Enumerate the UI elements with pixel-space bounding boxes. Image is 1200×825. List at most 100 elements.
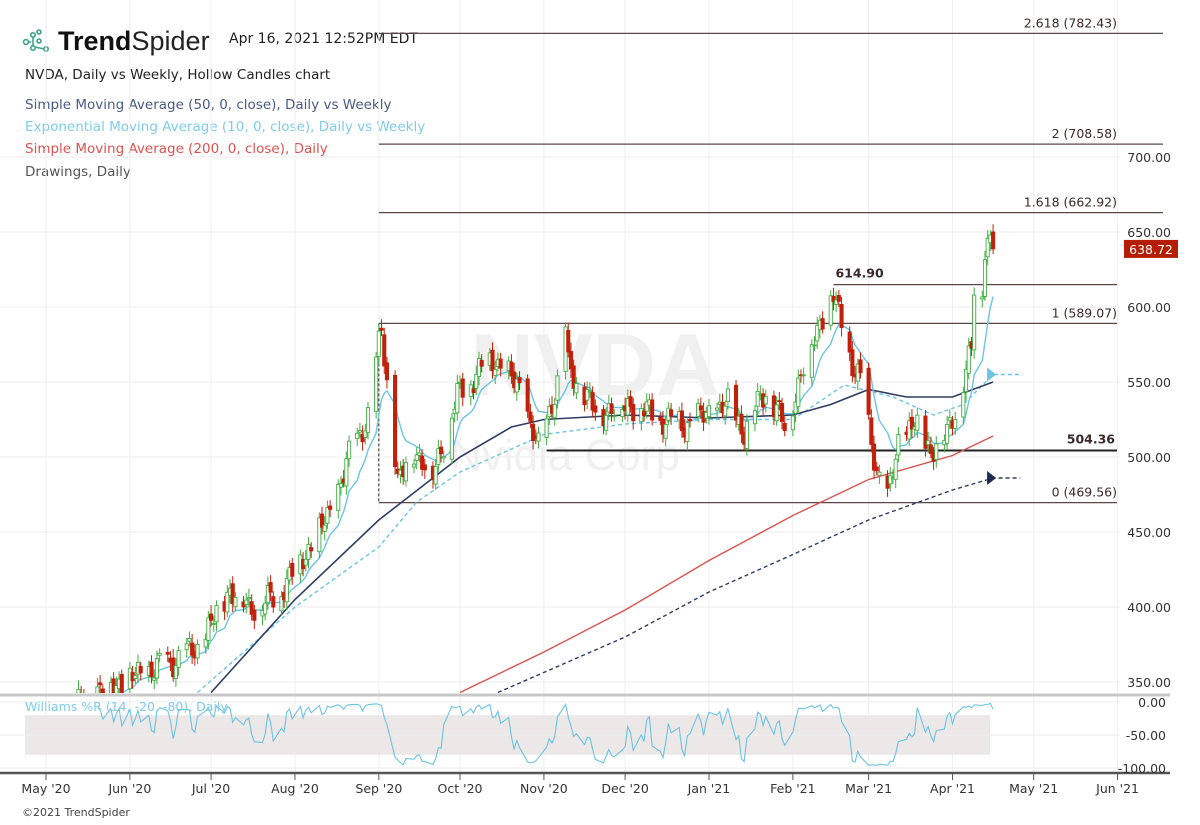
candle <box>544 418 549 438</box>
fib-level-label: 1.618 (662.92) <box>1024 195 1117 210</box>
candle <box>980 296 985 300</box>
sma50-weekly-arrow-icon <box>987 471 997 485</box>
candle <box>796 377 801 408</box>
candle <box>460 378 465 398</box>
candle <box>566 330 571 353</box>
candle <box>850 349 855 377</box>
candle <box>809 344 814 378</box>
candle <box>812 344 817 347</box>
candle <box>184 643 189 651</box>
fib-level-label: 1 (589.07) <box>1052 305 1117 320</box>
candle <box>744 420 749 449</box>
candle <box>306 543 311 560</box>
price-tick-label: 650.00 <box>1127 225 1171 240</box>
candle <box>650 399 655 421</box>
price-tick-label: 400.00 <box>1127 600 1171 615</box>
candle <box>715 407 720 411</box>
drawings-layer: 2.618 (782.43) 2 (708.58) 1.618 (662.92) 1 … <box>378 15 1163 504</box>
candle <box>517 377 522 384</box>
candle <box>322 524 327 532</box>
date-tick-label: Sep '20 <box>355 781 402 796</box>
candle <box>574 382 579 394</box>
candle <box>303 558 308 566</box>
candle <box>138 666 143 674</box>
candle <box>869 417 874 445</box>
candle <box>328 505 333 510</box>
candle <box>157 652 162 656</box>
candle <box>536 432 541 442</box>
candle <box>98 682 103 686</box>
candle <box>325 507 330 524</box>
candle <box>604 414 609 431</box>
candle <box>763 396 768 405</box>
candle <box>382 334 387 367</box>
candle <box>384 362 390 381</box>
candle <box>782 422 787 432</box>
candle <box>733 384 739 421</box>
fib-level-label: 2 (708.58) <box>1052 126 1117 141</box>
candle <box>866 367 871 415</box>
candle <box>669 409 674 417</box>
candle <box>836 294 841 302</box>
candle <box>233 596 238 608</box>
candle <box>820 318 825 330</box>
horizontal-level-label: 614.90 <box>835 266 884 281</box>
candle <box>915 414 920 431</box>
date-tick-label: Jan '21 <box>687 781 731 796</box>
candle <box>953 419 958 429</box>
date-tick-label: Apr '21 <box>930 781 975 796</box>
williams-r-label: Williams %R (14, -20, -80), Daily <box>25 699 228 714</box>
candle <box>896 434 901 456</box>
candle <box>347 440 352 460</box>
price-chart[interactable]: NVDA Nvidia Corp 2.618 (782.43)2 (708.58… <box>0 0 1200 825</box>
wr-tick-label: -50.00 <box>1126 728 1166 743</box>
watermark-name: Nvidia Corp <box>450 431 680 480</box>
candle <box>777 400 782 403</box>
copyright: ©2021 TrendSpider <box>22 806 130 819</box>
sma50-weekly-line <box>497 477 1021 693</box>
candle <box>945 424 950 444</box>
candle <box>268 582 273 593</box>
wr-tick-label: 0.00 <box>1138 695 1166 710</box>
candle <box>455 383 460 414</box>
candle <box>587 390 592 393</box>
candle <box>393 374 398 468</box>
candle <box>752 410 758 425</box>
horizontal-level-label: 504.36 <box>1067 431 1116 446</box>
price-tick-label: 350.00 <box>1127 675 1171 690</box>
candle <box>176 650 181 668</box>
candle <box>336 484 341 511</box>
candle <box>422 464 427 471</box>
candle <box>374 356 379 412</box>
candle <box>685 422 690 443</box>
candle <box>612 415 617 418</box>
price-tick-label: 550.00 <box>1127 375 1171 390</box>
candle <box>858 359 863 374</box>
candle <box>244 599 249 606</box>
candle <box>206 617 211 641</box>
candle <box>119 674 124 693</box>
candle <box>439 446 444 455</box>
candle <box>723 405 728 417</box>
candle <box>357 430 362 433</box>
candle <box>498 358 503 369</box>
candle <box>152 677 157 681</box>
candle <box>663 424 668 439</box>
candle <box>609 403 614 414</box>
chart-page: TrendSpider Apr 16, 2021 12:52PM EDT NVD… <box>0 0 1200 825</box>
candle <box>441 456 446 459</box>
candle <box>493 369 498 376</box>
date-tick-label: Jun '20 <box>107 781 151 796</box>
candle <box>449 417 454 460</box>
date-tick-label: Dec '20 <box>601 781 649 796</box>
date-tick-label: Jun '21 <box>1095 781 1139 796</box>
ema10-weekly-arrow-icon <box>987 367 997 382</box>
candle <box>211 623 216 625</box>
candle <box>195 643 200 659</box>
candle <box>801 374 806 377</box>
date-tick-label: May '21 <box>1009 781 1058 796</box>
candle <box>893 458 898 480</box>
candle <box>338 482 344 488</box>
candle <box>790 415 795 431</box>
candle <box>284 577 289 603</box>
